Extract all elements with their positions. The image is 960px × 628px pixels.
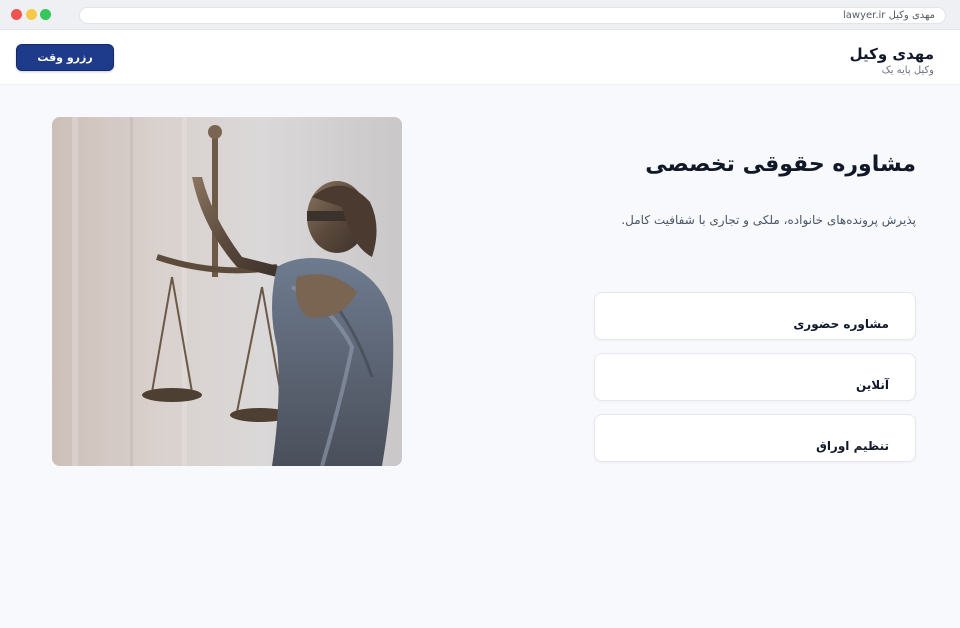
- service-card-label: آنلاین: [855, 378, 889, 392]
- service-card-online[interactable]: آنلاین: [594, 353, 916, 401]
- brand-name: مهدی وکیل: [849, 45, 934, 63]
- service-card-label: مشاوره حضوری: [793, 317, 889, 331]
- window-minimize-button[interactable]: [26, 9, 37, 20]
- service-card-documents[interactable]: تنظیم اوراق: [594, 414, 916, 462]
- service-card-in-person[interactable]: مشاوره حضوری: [594, 292, 916, 340]
- address-bar[interactable]: مهدی وکیل lawyer.ir: [79, 7, 946, 24]
- page-description: پذیرش پرونده‌های خانواده، ملکی و تجاری ب…: [621, 213, 916, 227]
- window-close-button[interactable]: [11, 9, 22, 20]
- brand-subtitle: وکیل پایه یک: [881, 65, 934, 76]
- site-header: مهدی وکیل وکیل پایه یک رزرو وقت: [0, 30, 960, 85]
- window-maximize-button[interactable]: [40, 9, 51, 20]
- service-card-label: تنظیم اوراق: [816, 439, 889, 453]
- browser-toolbar: مهدی وکیل lawyer.ir: [0, 0, 960, 30]
- brand[interactable]: مهدی وکیل وکیل پایه یک: [850, 44, 934, 78]
- lady-justice-statue-image: [52, 117, 402, 466]
- page-title: مشاوره حقوقی تخصصی: [645, 152, 916, 177]
- book-appointment-button[interactable]: رزرو وقت: [16, 44, 114, 71]
